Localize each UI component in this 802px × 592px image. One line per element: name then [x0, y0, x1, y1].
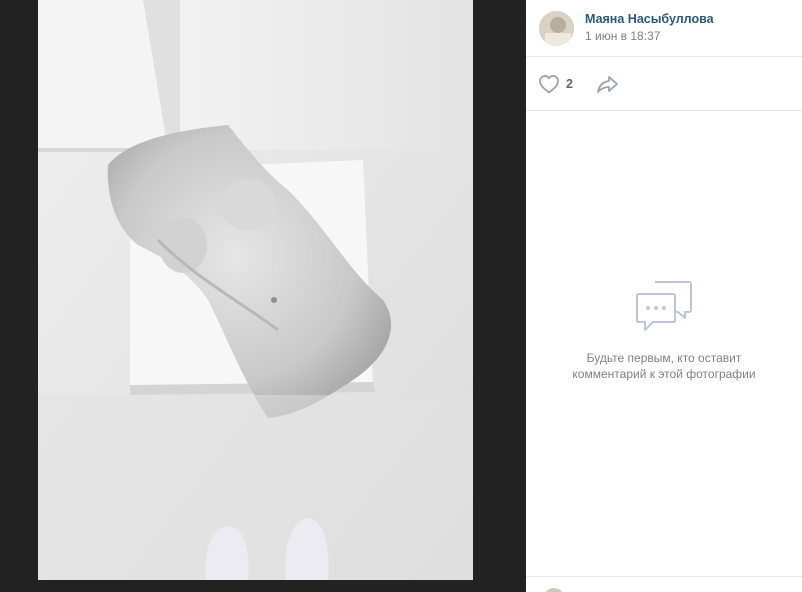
author-name-link[interactable]: Маяна Насыбуллова: [585, 12, 714, 26]
photo-viewer-window: Маяна Насыбуллова 1 июн в 18:37 2 Будьте…: [0, 0, 802, 592]
author-header: Маяна Насыбуллова 1 июн в 18:37: [526, 0, 802, 56]
share-arrow-icon: [597, 76, 618, 93]
like-count: 2: [566, 77, 573, 91]
comment-input-area[interactable]: [526, 576, 802, 592]
empty-comments-line1: Будьте первым, кто оставит: [586, 351, 742, 365]
empty-comments-placeholder: Будьте первым, кто оставит комментарий к…: [526, 280, 802, 382]
share-button[interactable]: [596, 74, 620, 94]
photo[interactable]: [38, 0, 473, 580]
current-user-avatar: [544, 588, 564, 592]
photo-viewer-backdrop[interactable]: [0, 0, 526, 592]
comment-bubble-icon: [636, 281, 692, 331]
author-avatar[interactable]: [539, 11, 574, 46]
empty-comments-line2: комментарий к этой фотографии: [572, 367, 756, 381]
avatar-image: [539, 11, 574, 46]
like-button[interactable]: 2: [538, 73, 573, 95]
actions-bar: 2: [526, 56, 802, 111]
post-date[interactable]: 1 июн в 18:37: [585, 29, 660, 43]
photo-image: [38, 0, 473, 580]
photo-sidebar: Маяна Насыбуллова 1 июн в 18:37 2 Будьте…: [526, 0, 802, 592]
heart-icon: [539, 75, 559, 94]
empty-comments-text: Будьте первым, кто оставит комментарий к…: [526, 350, 802, 382]
